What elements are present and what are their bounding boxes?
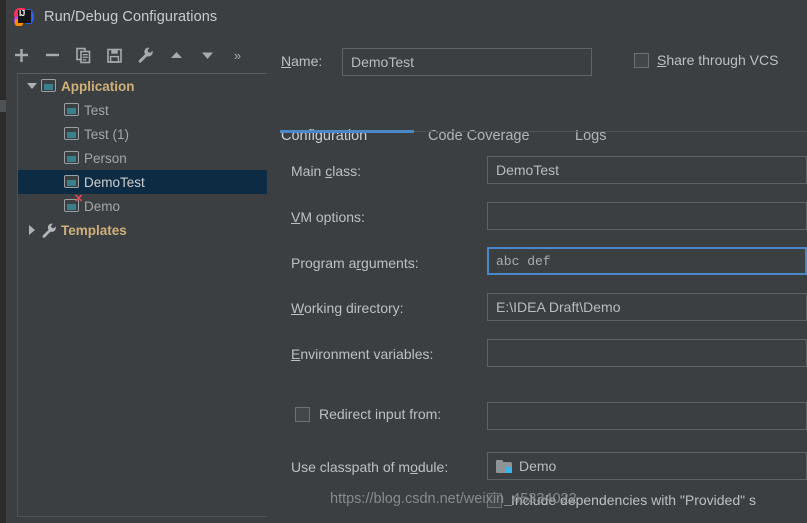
tree-node-test[interactable]: Test [18, 98, 269, 122]
tree-node-label: Person [84, 150, 127, 166]
working-directory-label: Working directory: [291, 300, 404, 316]
classpath-module-label: Use classpath of module: [291, 459, 449, 475]
tree-node-label: Test [84, 102, 109, 118]
main-class-input[interactable]: DemoTest [487, 156, 807, 184]
active-tab-indicator [280, 130, 414, 133]
environment-variables-input[interactable] [487, 339, 807, 367]
module-folder-icon [496, 459, 512, 473]
redirect-input-label: Redirect input from: [319, 406, 442, 422]
tab-baseline [414, 131, 807, 132]
tree-node-demotest[interactable]: DemoTest [18, 170, 269, 194]
application-window-error-icon: ✕ [64, 193, 84, 214]
tree-node-label: Demo [84, 198, 121, 214]
save-configuration-button[interactable] [99, 42, 130, 70]
program-arguments-input[interactable]: abc def [487, 247, 807, 275]
share-through-vcs-label: Share through VCS [657, 52, 778, 68]
remove-configuration-button[interactable] [37, 42, 68, 70]
checkbox-box[interactable] [295, 406, 310, 422]
share-label-mnemonic: S [657, 52, 667, 68]
minus-icon [46, 53, 59, 57]
redirect-input-checkbox[interactable]: Redirect input from: [295, 406, 441, 422]
add-configuration-button[interactable] [6, 42, 37, 70]
include-provided-dependencies-checkbox[interactable]: Include dependencies with "Provided" s [487, 492, 756, 508]
classpath-module-combobox[interactable]: Demo [487, 452, 807, 480]
main-class-label: Main class: [291, 163, 362, 179]
wrench-icon [138, 47, 153, 63]
save-floppy-icon [107, 48, 122, 63]
configurations-tree[interactable]: Application Test Test (1) Person DemoTes… [17, 73, 270, 517]
classpath-module-value: Demo [519, 458, 557, 474]
run-debug-configurations-dialog: Run/Debug Configurations [0, 0, 807, 523]
checkbox-box[interactable] [487, 492, 502, 508]
tree-node-label: Test (1) [84, 126, 130, 142]
application-window-icon [64, 174, 82, 190]
include-provided-dependencies-label: Include dependencies with "Provided" s [511, 492, 756, 508]
plus-icon [15, 49, 28, 62]
intellij-idea-logo-icon [14, 7, 34, 27]
tree-node-label: Application [61, 78, 135, 94]
application-window-icon [64, 150, 82, 166]
name-label-text: ame: [291, 53, 323, 69]
name-row: Name: DemoTest Share through VCS [273, 47, 807, 77]
tree-node-templates[interactable]: Templates [18, 218, 269, 242]
error-x-icon: ✕ [74, 193, 84, 205]
more-actions-button[interactable]: » [225, 48, 249, 63]
dialog-titlebar: Run/Debug Configurations [6, 0, 807, 34]
application-window-icon [64, 126, 82, 142]
name-label-mnemonic: N [281, 53, 292, 69]
configuration-editor-panel: Name: DemoTest Share through VCS Configu… [273, 34, 807, 523]
triangle-down-icon[interactable] [23, 74, 41, 98]
tree-node-person[interactable]: Person [18, 146, 269, 170]
share-through-vcs-checkbox[interactable]: Share through VCS [634, 52, 778, 68]
tree-node-demo[interactable]: ✕ Demo [18, 194, 269, 218]
program-arguments-label: Program arguments: [291, 255, 419, 271]
edit-templates-button[interactable] [130, 42, 161, 70]
wrench-icon [41, 222, 59, 238]
dialog-title: Run/Debug Configurations [44, 9, 218, 25]
copy-icon [76, 47, 91, 64]
move-up-button[interactable] [161, 42, 192, 70]
redirect-input-path-input[interactable] [487, 402, 807, 430]
share-label-text: hare through VCS [666, 52, 779, 68]
vm-options-input[interactable] [487, 202, 807, 230]
application-window-icon [41, 78, 59, 94]
name-input[interactable]: DemoTest [342, 48, 592, 76]
move-down-button[interactable] [192, 42, 223, 70]
tree-node-label: DemoTest [84, 174, 145, 190]
application-window-icon [64, 102, 82, 118]
working-directory-input[interactable]: E:\IDEA Draft\Demo [487, 293, 807, 321]
tree-node-label: Templates [61, 222, 127, 238]
tree-node-test-1[interactable]: Test (1) [18, 122, 269, 146]
configurations-tree-panel: » Application Test Test (1) Person DemoT… [6, 34, 273, 523]
copy-configuration-button[interactable] [68, 42, 99, 70]
triangle-right-icon[interactable] [23, 218, 41, 242]
environment-variables-label: Environment variables: [291, 346, 434, 362]
vm-options-label: VM options: [291, 209, 365, 225]
configuration-form: Main class: DemoTest VM options: Program… [273, 134, 807, 523]
triangle-up-icon [171, 52, 182, 58]
tree-node-application[interactable]: Application [18, 74, 269, 98]
triangle-down-icon [202, 52, 213, 59]
name-label: Name: [281, 53, 322, 69]
tree-toolbar: » [6, 40, 273, 71]
checkbox-box[interactable] [634, 52, 649, 68]
